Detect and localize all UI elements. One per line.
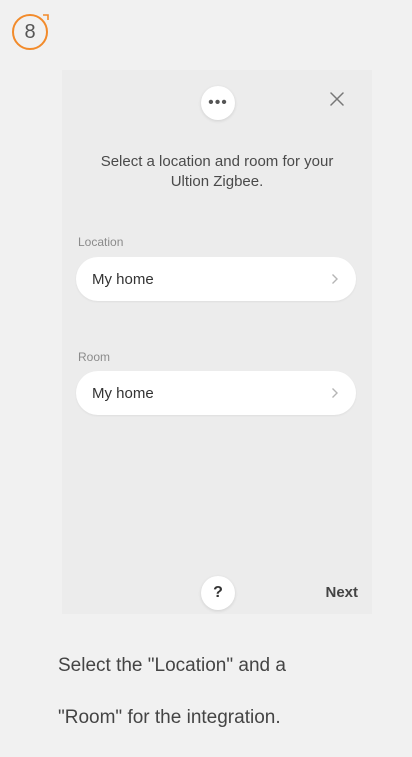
- more-options-button[interactable]: •••: [201, 86, 235, 120]
- caption-line-1: Select the "Location" and a: [58, 655, 286, 676]
- instruction-caption: Select the "Location" and a "Room" for t…: [58, 627, 388, 757]
- title-line-1: Select a location and room for your: [100, 153, 334, 170]
- help-question-icon: ?: [213, 584, 223, 601]
- location-selector[interactable]: My home: [76, 257, 356, 301]
- chevron-right-icon: [328, 386, 342, 400]
- caption-line-2: "Room" for the integration.: [58, 707, 281, 728]
- title-line-2: Ultion Zigbee.: [170, 173, 264, 190]
- location-value: My home: [92, 270, 154, 288]
- room-label: Room: [78, 350, 111, 364]
- refresh-arrow-icon: [40, 14, 50, 24]
- step-number: 8: [24, 21, 36, 43]
- room-selector[interactable]: My home: [76, 371, 356, 415]
- location-label: Location: [78, 235, 124, 249]
- close-icon: [330, 92, 344, 106]
- chevron-right-icon: [328, 272, 342, 286]
- step-badge: 8: [12, 14, 50, 50]
- close-button[interactable]: [326, 88, 348, 110]
- more-dots-icon: •••: [208, 94, 228, 111]
- page-title: Select a location and room for your Ulti…: [82, 152, 352, 192]
- phone-screen: ••• Select a location and room for your …: [62, 70, 372, 614]
- next-button[interactable]: Next: [325, 584, 358, 601]
- help-button[interactable]: ?: [201, 576, 235, 610]
- room-value: My home: [92, 384, 154, 402]
